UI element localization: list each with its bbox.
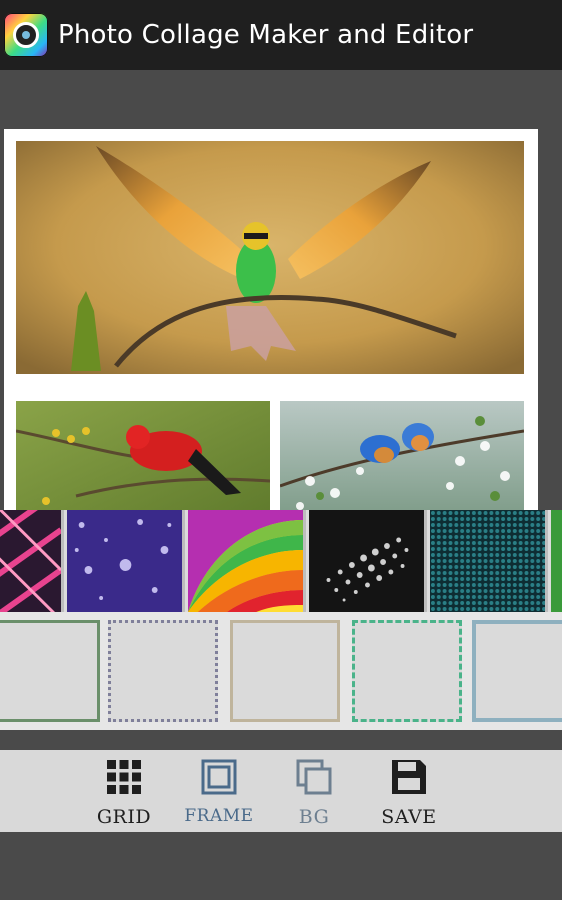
bg-button[interactable]: BG [264,750,364,832]
frame-icon [201,759,237,795]
grid-label: GRID [96,806,152,828]
photo-main[interactable] [16,141,524,374]
background-strip [0,510,562,612]
bg-thumb-rainbow[interactable] [188,510,306,612]
bg-icon [296,759,332,795]
save-icon [392,760,426,794]
photo-right[interactable] [280,401,524,519]
frame-thumb-teal[interactable] [472,620,562,722]
frame-label: FRAME [184,806,254,826]
frame-thumb-green[interactable] [0,620,100,722]
bg-thumb-dark-halftone[interactable] [309,510,427,612]
workspace [0,70,562,519]
frame-thumb-dotted[interactable] [108,620,218,722]
bottom-band [0,832,562,900]
app-logo-icon[interactable] [4,13,48,57]
bottom-toolbar: GRID FRAME BG SAVE [0,750,562,832]
grid-icon [107,760,141,794]
title-bar: Photo Collage Maker and Editor [0,0,562,70]
bg-label: BG [298,806,330,828]
photo-left[interactable] [16,401,270,519]
separator [0,730,562,750]
save-button[interactable]: SAVE [359,750,459,832]
save-label: SAVE [381,806,437,828]
bg-thumb-pink-plaid[interactable] [0,510,64,612]
bg-thumb-purple-drops[interactable] [67,510,185,612]
frame-thumb-beige[interactable] [230,620,340,722]
collage-canvas [4,129,538,519]
app-title: Photo Collage Maker and Editor [58,20,474,50]
grid-button[interactable]: GRID [74,750,174,832]
frame-strip [0,612,562,730]
bg-thumb-teal-mesh[interactable] [430,510,548,612]
frame-thumb-dashed-green[interactable] [352,620,462,722]
bg-thumb-green-partial[interactable] [551,510,562,612]
frame-button[interactable]: FRAME [169,750,269,832]
